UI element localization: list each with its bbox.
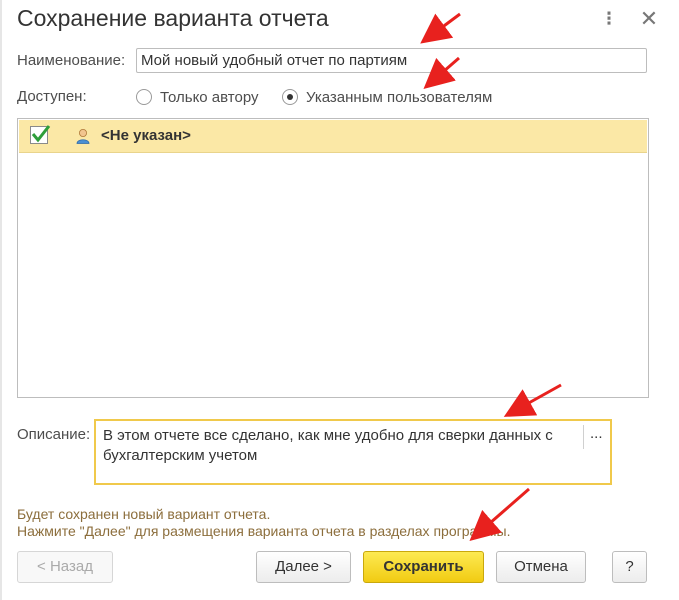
users-list-row[interactable]: <Не указан>	[19, 120, 647, 153]
save-button[interactable]: Сохранить	[363, 551, 484, 583]
description-separator	[583, 425, 584, 449]
radio-circle[interactable]	[136, 89, 152, 105]
description-select-button[interactable]: ...	[590, 425, 603, 442]
name-field[interactable]: Мой новый удобный отчет по партиям	[136, 48, 647, 73]
radio-specified-users-label: Указанным пользователям	[306, 88, 493, 106]
info-line-1: Будет сохранен новый вариант отчета.	[17, 506, 271, 522]
annotation-arrow	[420, 12, 461, 44]
radio-circle-checked[interactable]	[282, 89, 298, 105]
description-field[interactable]: В этом отчете все сделано, как мне удобн…	[94, 419, 612, 485]
description-label: Описание:	[17, 426, 91, 443]
users-list[interactable]: <Не указан>	[17, 118, 649, 398]
radio-specified-users[interactable]: Указанным пользователям	[282, 88, 492, 106]
radio-author-only-label: Только автору	[160, 88, 259, 106]
back-button[interactable]: < Назад	[17, 551, 113, 583]
dialog-title: Сохранение варианта отчета	[17, 5, 329, 31]
next-button[interactable]: Далее >	[256, 551, 351, 583]
user-checkbox[interactable]	[30, 125, 51, 144]
radio-author-only[interactable]: Только автору	[136, 88, 259, 106]
checkmark-icon	[31, 125, 51, 143]
user-icon	[76, 129, 90, 144]
description-text[interactable]: В этом отчете все сделано, как мне удобн…	[103, 426, 579, 466]
close-icon[interactable]: ✕	[639, 8, 659, 30]
info-line-2: Нажмите "Далее" для размещения варианта …	[17, 523, 511, 539]
window-border	[0, 0, 2, 600]
cancel-button[interactable]: Отмена	[496, 551, 586, 583]
save-report-variant-dialog: Сохранение варианта отчета ⋮ ✕ Наименова…	[0, 0, 679, 600]
user-name: <Не указан>	[101, 127, 191, 144]
help-button[interactable]: ?	[612, 551, 647, 583]
name-label: Наименование:	[17, 52, 126, 69]
more-actions-icon[interactable]: ⋮	[599, 8, 619, 30]
access-label: Доступен:	[17, 88, 87, 105]
